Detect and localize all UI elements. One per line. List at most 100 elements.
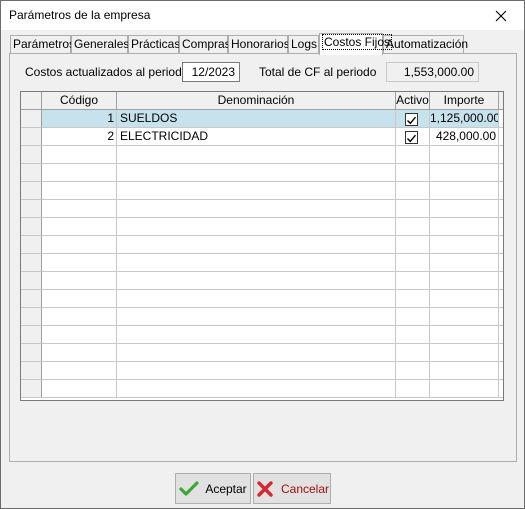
tab-logs[interactable]: Logs (288, 35, 319, 54)
cell-denominacion[interactable] (117, 146, 396, 164)
cell-codigo[interactable] (42, 272, 117, 290)
cell-denominacion[interactable] (117, 200, 396, 218)
cell-importe[interactable] (430, 326, 499, 344)
cell-importe[interactable] (430, 236, 499, 254)
tab-costos-fijos[interactable]: Costos Fijos (319, 33, 393, 55)
cell-codigo[interactable] (42, 344, 117, 362)
row-filler[interactable] (499, 290, 503, 308)
table-row-empty[interactable] (21, 290, 503, 308)
accept-button[interactable]: Aceptar (175, 473, 251, 504)
tab-automatizacion[interactable]: Automatización (383, 35, 468, 54)
cell-codigo[interactable] (42, 146, 117, 164)
cell-denominacion[interactable] (117, 272, 396, 290)
tab-generales[interactable]: Generales (71, 35, 129, 54)
cell-denominacion[interactable] (117, 218, 396, 236)
cell-codigo[interactable] (42, 308, 117, 326)
costs-grid[interactable]: Código Denominación Activo Importe 1 SUEL… (20, 91, 504, 401)
tab-practicas[interactable]: Prácticas (128, 35, 180, 54)
cell-activo[interactable] (396, 290, 430, 308)
cell-codigo[interactable] (42, 290, 117, 308)
cell-activo[interactable] (396, 272, 430, 290)
cancel-button[interactable]: Cancelar (253, 473, 331, 504)
column-header-importe[interactable]: Importe (430, 92, 499, 110)
table-row-empty[interactable] (21, 344, 503, 362)
tab-parametros[interactable]: Parámetros (10, 35, 75, 54)
table-row-empty[interactable] (21, 236, 503, 254)
cell-importe[interactable] (430, 146, 499, 164)
row-filler[interactable] (499, 128, 503, 146)
cell-codigo[interactable] (42, 236, 117, 254)
row-filler[interactable] (499, 272, 503, 290)
cell-activo[interactable] (396, 236, 430, 254)
cell-denominacion[interactable] (117, 254, 396, 272)
cell-denominacion[interactable] (117, 326, 396, 344)
cell-activo[interactable] (396, 110, 430, 128)
cell-importe[interactable] (430, 254, 499, 272)
row-filler[interactable] (499, 362, 503, 380)
cell-importe[interactable] (430, 344, 499, 362)
cell-activo[interactable] (396, 380, 430, 398)
cell-denominacion[interactable] (117, 236, 396, 254)
table-row-empty[interactable] (21, 326, 503, 344)
cell-importe[interactable] (430, 164, 499, 182)
cell-codigo[interactable] (42, 254, 117, 272)
cell-denominacion[interactable] (117, 362, 396, 380)
table-row-empty[interactable] (21, 272, 503, 290)
cell-denominacion[interactable]: ELECTRICIDAD (117, 128, 396, 146)
cell-importe[interactable] (430, 272, 499, 290)
cell-codigo[interactable] (42, 326, 117, 344)
row-filler[interactable] (499, 380, 503, 398)
table-row[interactable]: 2 ELECTRICIDAD 428,000.00 (21, 128, 503, 146)
cell-activo[interactable] (396, 128, 430, 146)
row-filler[interactable] (499, 344, 503, 362)
table-row-empty[interactable] (21, 380, 503, 398)
cell-denominacion[interactable] (117, 164, 396, 182)
cell-importe[interactable] (430, 362, 499, 380)
cell-activo[interactable] (396, 218, 430, 236)
cell-denominacion[interactable] (117, 308, 396, 326)
table-row-empty[interactable] (21, 218, 503, 236)
cell-codigo[interactable] (42, 218, 117, 236)
tab-honorarios[interactable]: Honorarios (228, 35, 290, 54)
cell-activo[interactable] (396, 326, 430, 344)
close-button[interactable] (478, 1, 524, 30)
cell-importe[interactable] (430, 218, 499, 236)
table-row-empty[interactable] (21, 182, 503, 200)
period-input[interactable]: 12/2023 (182, 62, 240, 82)
row-filler[interactable] (499, 200, 503, 218)
cell-denominacion[interactable] (117, 290, 396, 308)
cell-codigo[interactable] (42, 182, 117, 200)
cell-importe[interactable] (430, 200, 499, 218)
cell-denominacion[interactable] (117, 182, 396, 200)
row-filler[interactable] (499, 218, 503, 236)
table-row-empty[interactable] (21, 308, 503, 326)
cell-codigo[interactable] (42, 380, 117, 398)
row-filler[interactable] (499, 254, 503, 272)
table-row-empty[interactable] (21, 200, 503, 218)
table-row-empty[interactable] (21, 146, 503, 164)
cell-activo[interactable] (396, 182, 430, 200)
cell-codigo[interactable] (42, 362, 117, 380)
row-filler[interactable] (499, 110, 503, 128)
table-row-empty[interactable] (21, 362, 503, 380)
table-row-empty[interactable] (21, 164, 503, 182)
cell-activo[interactable] (396, 308, 430, 326)
row-filler[interactable] (499, 236, 503, 254)
cell-importe[interactable] (430, 290, 499, 308)
cell-codigo[interactable] (42, 164, 117, 182)
row-filler[interactable] (499, 182, 503, 200)
cell-codigo[interactable] (42, 200, 117, 218)
column-header-denominacion[interactable]: Denominación (117, 92, 396, 110)
cell-importe[interactable] (430, 308, 499, 326)
cell-activo[interactable] (396, 362, 430, 380)
cell-activo[interactable] (396, 254, 430, 272)
cell-codigo[interactable]: 2 (42, 128, 117, 146)
activo-checkbox[interactable] (405, 113, 418, 126)
table-row-empty[interactable] (21, 254, 503, 272)
row-filler[interactable] (499, 308, 503, 326)
cell-denominacion[interactable]: SUELDOS (117, 110, 396, 128)
cell-importe[interactable] (430, 380, 499, 398)
cell-importe[interactable]: 1,125,000.00 (430, 110, 499, 128)
tab-compras[interactable]: Compras (179, 35, 231, 54)
cell-importe[interactable] (430, 182, 499, 200)
